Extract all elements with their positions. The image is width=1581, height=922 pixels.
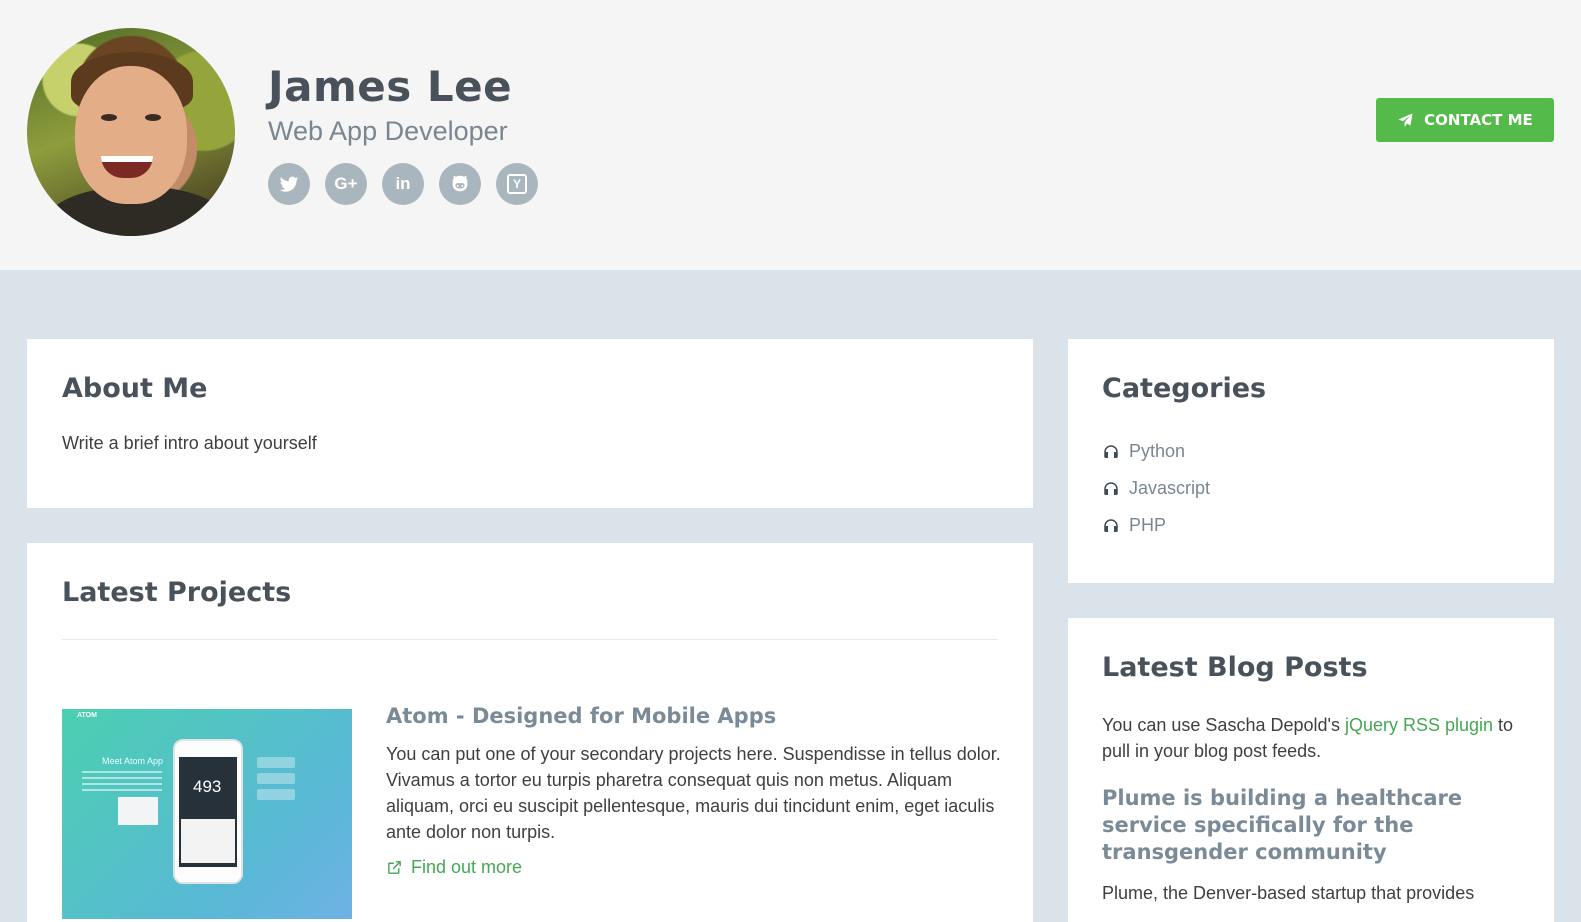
- thumbnail-logo: ATOM: [77, 712, 97, 719]
- thumbnail-phone: 493: [173, 739, 243, 884]
- category-label: Python: [1129, 441, 1186, 461]
- linkedin-link[interactable]: in: [382, 163, 424, 205]
- category-item[interactable]: Python: [1102, 433, 1520, 470]
- category-item[interactable]: PHP: [1102, 507, 1520, 544]
- project-title[interactable]: Atom - Designed for Mobile Apps: [386, 704, 776, 728]
- external-link-icon: [388, 861, 401, 874]
- categories-card: Categories Python Javascript PHP: [1068, 339, 1554, 583]
- twitter-link[interactable]: [268, 163, 310, 205]
- about-me-title: About Me: [62, 373, 208, 404]
- about-me-card: About Me Write a brief intro about yours…: [27, 339, 1033, 508]
- category-item[interactable]: Javascript: [1102, 470, 1520, 507]
- profile-tagline: Web App Developer: [268, 116, 508, 146]
- latest-blog-posts-title: Latest Blog Posts: [1102, 652, 1368, 683]
- hacker-news-icon: Y: [507, 174, 527, 194]
- category-label: Javascript: [1129, 478, 1211, 498]
- profile-name: James Lee: [268, 62, 513, 111]
- latest-projects-title: Latest Projects: [62, 577, 292, 608]
- categories-title: Categories: [1102, 373, 1267, 404]
- category-label: PHP: [1129, 515, 1167, 535]
- profile-header: James Lee Web App Developer G+ in Y CONT…: [0, 0, 1581, 270]
- find-out-more-label: Find out more: [411, 857, 523, 877]
- google-plus-icon: G+: [334, 174, 358, 193]
- blog-intro: You can use Sascha Depold's jQuery RSS p…: [1102, 712, 1520, 764]
- contact-me-button[interactable]: CONTACT ME: [1376, 98, 1554, 142]
- hacker-news-link[interactable]: Y: [496, 163, 538, 205]
- social-links: G+ in Y: [268, 163, 538, 205]
- github-icon: [452, 175, 468, 192]
- github-link[interactable]: [439, 163, 481, 205]
- project-item: ATOM Meet Atom App 493 Atom - Designed f…: [62, 704, 1001, 922]
- twitter-icon: [279, 176, 299, 192]
- paper-plane-icon: [1398, 112, 1413, 127]
- categories-list: Python Javascript PHP: [1102, 433, 1520, 544]
- find-out-more-link[interactable]: Find out more: [386, 857, 522, 878]
- section-divider: [62, 639, 998, 640]
- thumbnail-heading: Meet Atom App: [102, 756, 164, 766]
- thumbnail-number: 493: [193, 777, 222, 796]
- latest-blog-posts-card: Latest Blog Posts You can use Sascha Dep…: [1068, 618, 1554, 922]
- contact-me-label: CONTACT ME: [1424, 111, 1533, 129]
- blog-post-title[interactable]: Plume is building a healthcare service s…: [1102, 785, 1520, 866]
- headphones-icon: [1104, 518, 1118, 532]
- about-me-text: Write a brief intro about yourself: [62, 433, 317, 453]
- latest-projects-card: Latest Projects ATOM Meet Atom App 493 A…: [27, 543, 1033, 922]
- headphones-icon: [1104, 481, 1118, 495]
- blog-intro-before: You can use Sascha Depold's: [1102, 715, 1345, 735]
- project-thumbnail[interactable]: ATOM Meet Atom App 493: [62, 709, 352, 919]
- jquery-rss-plugin-link[interactable]: jQuery RSS plugin: [1345, 715, 1493, 735]
- blog-post-excerpt: Plume, the Denver-based startup that pro…: [1102, 883, 1475, 903]
- project-description: You can put one of your secondary projec…: [386, 744, 1001, 842]
- google-plus-link[interactable]: G+: [325, 163, 367, 205]
- profile-avatar: [27, 28, 235, 236]
- headphones-icon: [1104, 444, 1118, 458]
- linkedin-icon: in: [395, 174, 411, 193]
